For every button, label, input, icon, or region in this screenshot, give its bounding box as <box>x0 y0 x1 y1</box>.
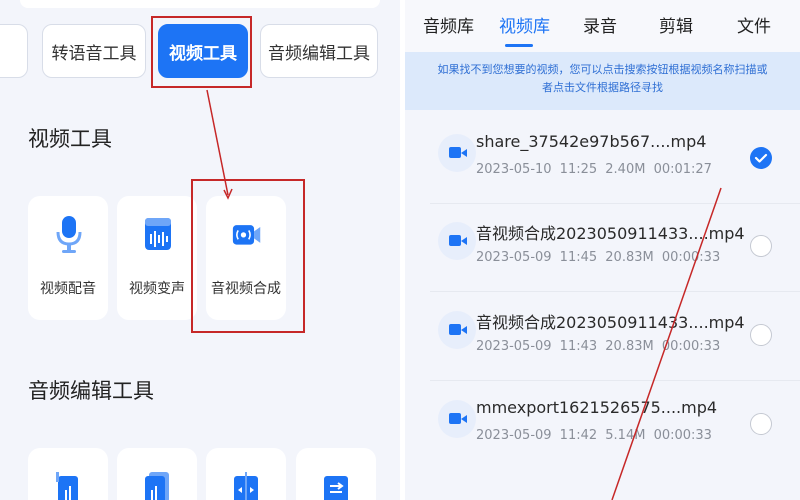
file-meta: 2023-05-10 11:25 2.40M 00:01:27 <box>476 162 712 177</box>
list-item[interactable]: mmexport1621526575....mp4 2023-05-09 11:… <box>430 384 800 470</box>
list-item[interactable]: share_37542e97b567....mp4 2023-05-10 11:… <box>430 118 800 204</box>
tab-previous-partial[interactable] <box>0 24 28 78</box>
tab-recording[interactable]: 录音 <box>583 12 617 37</box>
tab-editing[interactable]: 剪辑 <box>659 12 693 37</box>
hint-line-1: 如果找不到您想要的视频，您可以点击搜索按钮根据视频名称扫描或 <box>437 63 768 76</box>
select-radio[interactable] <box>750 235 772 257</box>
tool-label: 视频配音 <box>40 281 96 297</box>
file-name: 音视频合成2023050911433....mp4 <box>476 224 745 243</box>
tool-audio-cut[interactable] <box>28 448 108 500</box>
file-meta: 2023-05-09 11:43 20.83M 00:00:33 <box>476 339 721 354</box>
video-tools-heading: 视频工具 <box>28 127 112 151</box>
audio-cut-icon <box>54 468 82 500</box>
file-name: 音视频合成2023050911433....mp4 <box>476 313 745 332</box>
annotation-box-video-tab <box>151 16 252 88</box>
video-file-icon <box>438 311 476 349</box>
video-file-icon <box>438 222 476 260</box>
list-item[interactable]: 音视频合成2023050911433....mp4 2023-05-09 11:… <box>430 206 800 292</box>
audio-split-icon <box>232 468 260 500</box>
list-item[interactable]: 音视频合成2023050911433....mp4 2023-05-09 11:… <box>430 295 800 381</box>
tool-audio-convert[interactable] <box>296 448 376 500</box>
select-radio[interactable] <box>750 324 772 346</box>
selected-check-icon[interactable] <box>750 147 772 169</box>
tool-video-dubbing[interactable]: 视频配音 <box>28 196 108 320</box>
tab-audio-library[interactable]: 音频库 <box>423 12 474 37</box>
tab-video-library[interactable]: 视频库 <box>499 12 550 37</box>
audio-merge-icon <box>143 468 171 500</box>
tool-label: 视频变声 <box>129 281 185 297</box>
tab-audio-edit-tools[interactable]: 音频编辑工具 <box>260 24 378 78</box>
select-radio[interactable] <box>750 413 772 435</box>
audio-convert-icon <box>322 468 350 500</box>
tool-audio-merge[interactable] <box>117 448 197 500</box>
hint-banner: 如果找不到您想要的视频，您可以点击搜索按钮根据视频名称扫描或 者点击文件根据路径… <box>405 52 800 110</box>
file-name: share_37542e97b567....mp4 <box>476 132 707 151</box>
tool-video-voice-change[interactable]: 视频变声 <box>117 196 197 320</box>
file-meta: 2023-05-09 11:45 20.83M 00:00:33 <box>476 250 721 265</box>
tab-text-to-speech-tools[interactable]: 转语音工具 <box>42 24 146 78</box>
tab-files[interactable]: 文件 <box>737 12 771 37</box>
hint-line-2: 者点击文件根据路径寻找 <box>542 81 663 94</box>
tool-audio-split[interactable] <box>206 448 286 500</box>
screenshot-stage: 转语音工具 视频工具 音频编辑工具 视频工具 视频配音 视频变声 音视频合成 音… <box>0 0 800 500</box>
library-tabs: 音频库 视频库 录音 剪辑 文件 <box>405 0 800 52</box>
left-panel-tools: 转语音工具 视频工具 音频编辑工具 视频工具 视频配音 视频变声 音视频合成 音… <box>0 0 400 500</box>
video-file-icon <box>438 400 476 438</box>
right-panel-library: 音频库 视频库 录音 剪辑 文件 如果找不到您想要的视频，您可以点击搜索按钮根据… <box>405 0 800 500</box>
file-name: mmexport1621526575....mp4 <box>476 398 718 417</box>
waveform-icon <box>143 214 173 254</box>
microphone-icon <box>54 214 84 254</box>
audio-edit-tools-heading: 音频编辑工具 <box>28 379 154 403</box>
video-file-icon <box>438 134 476 172</box>
file-meta: 2023-05-09 11:42 5.14M 00:00:33 <box>476 428 712 443</box>
annotation-box-merge-tool <box>191 179 305 333</box>
top-card-edge <box>20 0 380 8</box>
active-tab-indicator <box>505 44 533 47</box>
